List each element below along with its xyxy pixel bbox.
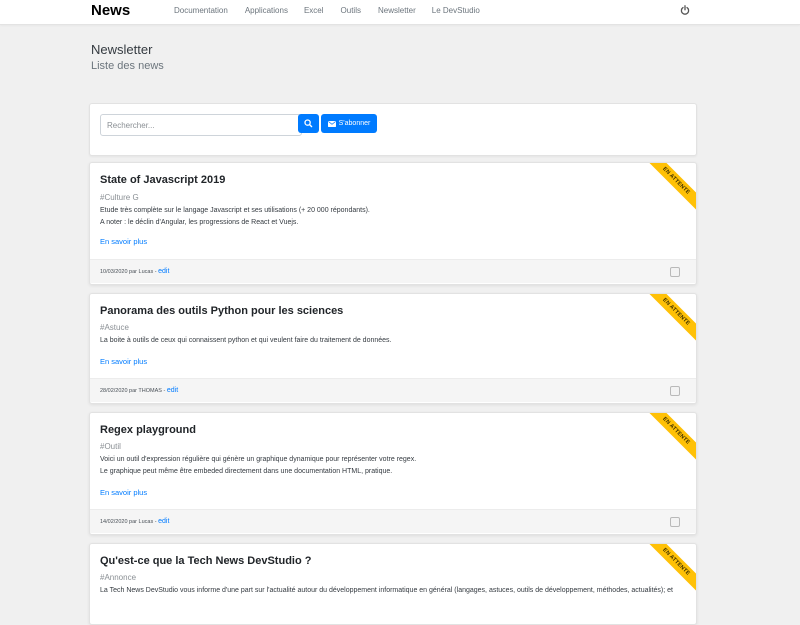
read-more-link[interactable]: En savoir plus [100,488,147,497]
search-panel: S'abonner [89,103,697,156]
status-ribbon: EN ATTENTE [636,413,696,473]
news-date-author: 28/02/2020 par THOMAS - [100,388,166,394]
status-ribbon-label: EN ATTENTE [643,163,696,214]
search-button[interactable] [298,114,319,133]
news-card: State of Javascript 2019 #Culture G Etud… [89,162,697,285]
status-ribbon: EN ATTENTE [636,163,696,223]
news-body: La Tech News DevStudio vous informe d'un… [100,585,673,597]
search-icon [304,119,313,128]
search-input[interactable] [100,114,302,136]
news-title[interactable]: Panorama des outils Python pour les scie… [100,305,343,317]
envelope-icon [327,120,336,127]
status-ribbon-label: EN ATTENTE [643,294,696,345]
top-navbar: News Documentation Applications Excel Ou… [0,0,800,25]
subscribe-button[interactable]: S'abonner [321,114,377,133]
news-body-line: La boite à outils de ceux qui connaissen… [100,337,392,344]
nav-links: Documentation Applications Excel Outils … [174,6,480,15]
news-body: La boite à outils de ceux qui connaissen… [100,335,391,347]
nav-documentation[interactable]: Documentation [174,6,228,15]
news-tag: #Culture G [100,193,139,202]
news-body: Etude très complète sur le langage Javas… [100,205,370,229]
news-body-line: A noter : le déclin d'Angular, les progr… [100,219,299,226]
news-tag: #Outil [100,442,121,451]
card-footer: 14/02/2020 par Lucas - edit [90,509,696,533]
news-meta: 28/02/2020 par THOMAS - edit [100,387,178,394]
brand-logo[interactable]: News [91,2,130,19]
page-title: Newsletter [91,42,153,57]
card-footer: 28/02/2020 par THOMAS - edit [90,378,696,402]
news-body-line: La Tech News DevStudio vous informe d'un… [100,587,673,594]
page-subtitle: Liste des news [91,60,164,72]
status-ribbon-label: EN ATTENTE [643,544,696,595]
news-body-line: Voici un outil d'expression régulière qu… [100,456,417,463]
news-tag: #Astuce [100,323,129,332]
edit-link[interactable]: edit [158,268,169,275]
news-date-author: 10/03/2020 par Lucas - [100,269,157,275]
news-body-line: Etude très complète sur le langage Javas… [100,207,370,214]
nav-excel[interactable]: Excel [304,6,324,15]
news-meta: 14/02/2020 par Lucas - edit [100,518,169,525]
news-body: Voici un outil d'expression régulière qu… [100,454,416,478]
power-icon[interactable] [680,5,690,15]
news-card: Regex playground #Outil Voici un outil d… [89,412,697,535]
status-ribbon-label: EN ATTENTE [643,413,696,464]
status-ribbon: EN ATTENTE [636,544,696,604]
news-title[interactable]: State of Javascript 2019 [100,174,225,186]
nav-applications[interactable]: Applications [245,6,288,15]
news-meta: 10/03/2020 par Lucas - edit [100,268,169,275]
news-title[interactable]: Qu'est-ce que la Tech News DevStudio ? [100,555,311,567]
nav-newsletter[interactable]: Newsletter [378,6,416,15]
read-more-link[interactable]: En savoir plus [100,237,147,246]
read-more-link[interactable]: En savoir plus [100,357,147,366]
news-date-author: 14/02/2020 par Lucas - [100,519,157,525]
news-body-line: Le graphique peut même être embeded dire… [100,468,393,475]
news-title[interactable]: Regex playground [100,424,196,436]
nav-outils[interactable]: Outils [341,6,361,15]
card-footer: 10/03/2020 par Lucas - edit [90,259,696,283]
news-card: Qu'est-ce que la Tech News DevStudio ? #… [89,543,697,625]
subscribe-label: S'abonner [338,120,371,127]
news-tag: #Annonce [100,573,137,582]
select-checkbox[interactable] [670,267,680,277]
status-ribbon: EN ATTENTE [636,294,696,354]
edit-link[interactable]: edit [158,518,169,525]
select-checkbox[interactable] [670,517,680,527]
select-checkbox[interactable] [670,386,680,396]
nav-devstudio[interactable]: Le DevStudio [432,6,480,15]
news-card: Panorama des outils Python pour les scie… [89,293,697,404]
edit-link[interactable]: edit [167,387,178,394]
